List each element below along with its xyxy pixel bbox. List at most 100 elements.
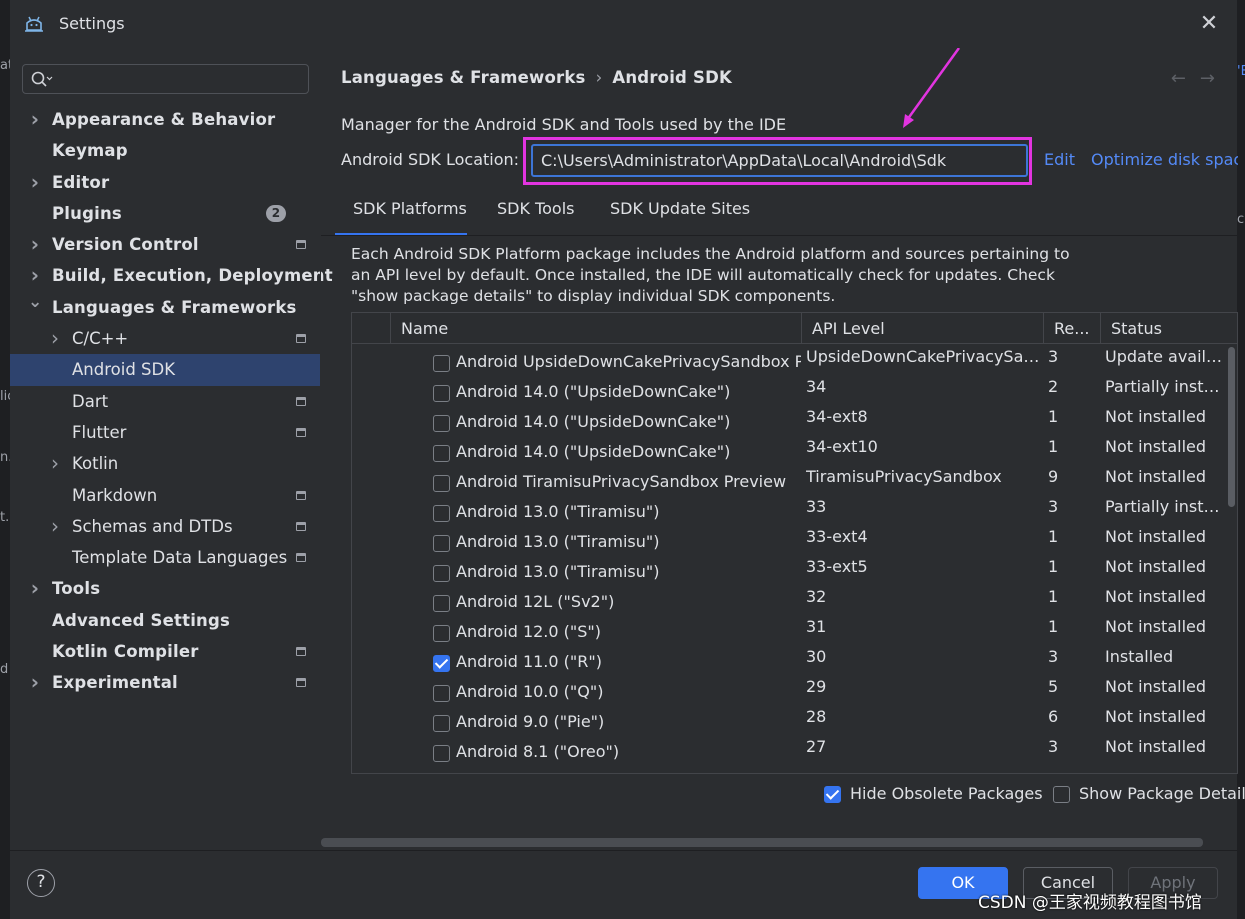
table-row[interactable]: Android 13.0 ("Tiramisu") 33-ext4 1 Not ins… — [352, 524, 1227, 554]
revision: 1 — [1048, 527, 1059, 546]
breadcrumb-parent[interactable]: Languages & Frameworks — [341, 68, 586, 87]
chevron-down-icon[interactable]: ⌄ — [28, 287, 42, 318]
column-header-status[interactable]: Status — [1100, 313, 1237, 344]
platform-checkbox[interactable] — [433, 595, 450, 612]
optimize-disk-space-link[interactable]: Optimize disk spac — [1091, 150, 1238, 169]
back-arrow-icon[interactable]: ← — [1171, 68, 1200, 89]
sidebar-item-label: Tools — [52, 579, 101, 599]
platform-checkbox[interactable] — [433, 715, 450, 732]
platform-checkbox[interactable] — [433, 655, 450, 672]
chevron-right-icon[interactable]: › — [48, 511, 62, 542]
background-ide-right: 'E ch — [1237, 0, 1245, 919]
table-row[interactable]: Android 10.0 ("Q") 29 5 Not installed — [352, 674, 1227, 704]
platform-checkbox[interactable] — [433, 475, 450, 492]
platform-name: Android 10.0 ("Q") — [456, 682, 604, 701]
sidebar-item[interactable]: ⌄ Languages & Frameworks — [10, 292, 320, 323]
sidebar-item[interactable]: › C/C++ — [10, 323, 320, 354]
sidebar-item-label: Appearance & Behavior — [52, 110, 276, 129]
table-row[interactable]: Android 14.0 ("UpsideDownCake") 34-ext10 1… — [352, 434, 1227, 464]
sdk-location-field[interactable]: C:\Users\Administrator\AppData\Local\And… — [531, 144, 1028, 177]
table-row[interactable]: Android TiramisuPrivacySandbox Preview Ti… — [352, 464, 1227, 494]
sidebar-item[interactable]: Keymap — [10, 135, 320, 166]
api-level: 29 — [806, 677, 827, 696]
show-package-details-checkbox[interactable] — [1053, 786, 1070, 803]
sidebar-item[interactable]: Flutter — [10, 417, 320, 448]
platform-checkbox[interactable] — [433, 355, 450, 372]
revision: 9 — [1048, 467, 1059, 486]
sidebar-item[interactable]: Plugins 2 — [10, 198, 320, 229]
platform-checkbox[interactable] — [433, 445, 450, 462]
install-status: Not installed — [1105, 587, 1207, 606]
sidebar-item[interactable]: Markdown — [10, 480, 320, 511]
table-row[interactable]: Android UpsideDownCakePrivacySandbox Pr U… — [352, 344, 1227, 374]
revision: 3 — [1048, 647, 1059, 666]
platform-name: Android 13.0 ("Tiramisu") — [456, 532, 660, 551]
column-header-revision[interactable]: Re... — [1043, 313, 1100, 344]
api-level: 33-ext4 — [806, 527, 868, 546]
platform-checkbox[interactable] — [433, 415, 450, 432]
api-level: 30 — [806, 647, 827, 666]
sidebar-item[interactable]: › Editor — [10, 167, 320, 198]
table-row[interactable]: Android 8.1 ("Oreo") 27 3 Not installed — [352, 734, 1227, 764]
sidebar-item[interactable]: Dart — [10, 386, 320, 417]
forward-arrow-icon[interactable]: → — [1200, 68, 1229, 89]
sidebar-item[interactable]: › Appearance & Behavior — [10, 104, 320, 135]
column-header-api-level[interactable]: API Level — [801, 313, 1043, 344]
table-row[interactable]: Android 11.0 ("R") 30 3 Installed — [352, 644, 1227, 674]
platform-checkbox[interactable] — [433, 685, 450, 702]
tab-sdk-platforms[interactable]: SDK Platforms — [335, 190, 467, 236]
sidebar-item[interactable]: Template Data Languages — [10, 542, 320, 573]
chevron-right-icon[interactable]: › — [28, 167, 42, 198]
breadcrumb-current: Android SDK — [612, 68, 732, 87]
sidebar-item[interactable]: › Build, Execution, Deployment — [10, 260, 333, 291]
settings-search-input[interactable] — [22, 64, 309, 94]
chevron-right-icon[interactable]: › — [28, 667, 42, 698]
close-icon[interactable]: ✕ — [1197, 12, 1221, 36]
sidebar-item[interactable]: Advanced Settings — [10, 605, 320, 636]
platform-name: Android 9.0 ("Pie") — [456, 712, 605, 731]
sidebar-item[interactable]: › Schemas and DTDs — [10, 511, 320, 542]
search-icon — [30, 69, 53, 89]
table-row[interactable]: Android 12L ("Sv2") 32 1 Not installed — [352, 584, 1227, 614]
platform-checkbox[interactable] — [433, 385, 450, 402]
edit-sdk-location-link[interactable]: Edit — [1044, 150, 1075, 169]
table-row[interactable]: Android 14.0 ("UpsideDownCake") 34 2 Partia… — [352, 374, 1227, 404]
platform-checkbox[interactable] — [433, 535, 450, 552]
hide-obsolete-checkbox[interactable] — [824, 786, 841, 803]
sidebar-item[interactable]: › Kotlin — [10, 448, 320, 479]
tab-sdk-tools[interactable]: SDK Tools — [497, 190, 574, 236]
platform-name: Android UpsideDownCakePrivacySandbox Pr — [456, 352, 801, 371]
sidebar-item[interactable]: Kotlin Compiler — [10, 636, 320, 667]
column-header-name[interactable]: Name — [390, 313, 801, 344]
sidebar-item-label: Advanced Settings — [52, 610, 231, 630]
sidebar-item[interactable]: › Version Control — [10, 229, 320, 260]
sidebar-item[interactable]: Android SDK — [10, 354, 320, 386]
platform-name: Android 14.0 ("UpsideDownCake") — [456, 382, 731, 401]
platform-checkbox[interactable] — [433, 505, 450, 522]
platform-checkbox[interactable] — [433, 625, 450, 642]
table-row[interactable]: Android 13.0 ("Tiramisu") 33 3 Partially in… — [352, 494, 1227, 524]
project-level-icon — [296, 396, 306, 406]
help-icon[interactable]: ? — [27, 869, 55, 897]
table-row[interactable]: Android 13.0 ("Tiramisu") 33-ext5 1 Not ins… — [352, 554, 1227, 584]
sidebar-item[interactable]: › Tools — [10, 573, 320, 604]
chevron-right-icon[interactable]: › — [28, 229, 42, 260]
revision: 3 — [1048, 347, 1059, 366]
table-row[interactable]: Android 14.0 ("UpsideDownCake") 34-ext8 1 N… — [352, 404, 1227, 434]
install-status: Not installed — [1105, 557, 1207, 576]
sdk-manager-description: Manager for the Android SDK and Tools us… — [341, 115, 787, 134]
install-status: Partially instal... — [1105, 497, 1225, 516]
tab-sdk-update-sites[interactable]: SDK Update Sites — [610, 190, 750, 236]
chevron-right-icon[interactable]: › — [48, 448, 62, 479]
table-vertical-scrollbar[interactable] — [1228, 347, 1235, 507]
platform-checkbox[interactable] — [433, 565, 450, 582]
table-row[interactable]: Android 9.0 ("Pie") 28 6 Not installed — [352, 704, 1227, 734]
sidebar-item[interactable]: › Experimental — [10, 667, 320, 698]
chevron-right-icon[interactable]: › — [28, 573, 42, 604]
chevron-right-icon[interactable]: › — [28, 104, 42, 135]
chevron-right-icon[interactable]: › — [48, 323, 62, 354]
panel-horizontal-scrollbar[interactable] — [321, 838, 1203, 847]
background-ide-left: at lic n.A t.: d — [0, 0, 10, 919]
table-row[interactable]: Android 12.0 ("S") 31 1 Not installed — [352, 614, 1227, 644]
platform-checkbox[interactable] — [433, 745, 450, 762]
